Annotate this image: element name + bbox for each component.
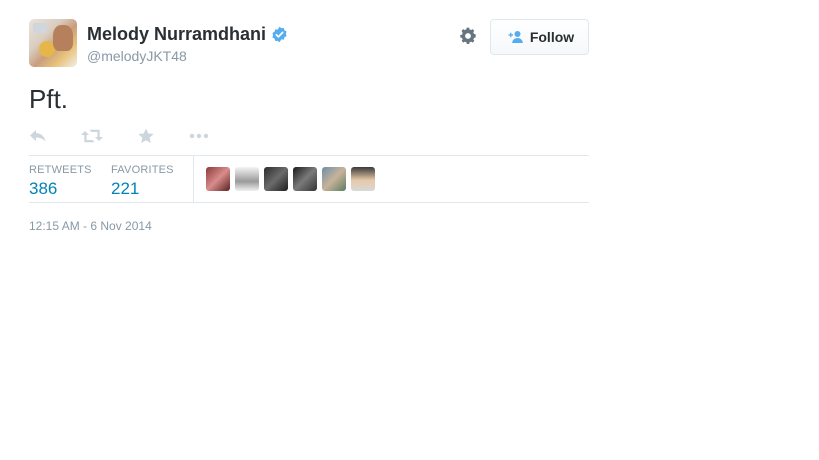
reply-icon[interactable] xyxy=(29,128,47,144)
favorites-stat[interactable]: FAVORITES 221 xyxy=(111,156,193,202)
favorites-label: FAVORITES xyxy=(111,164,174,176)
favoriter-avatar[interactable] xyxy=(293,167,317,191)
user-fullname[interactable]: Melody Nurramdhani xyxy=(87,24,266,45)
verified-badge-icon xyxy=(271,26,288,43)
user-info: Melody Nurramdhani @melodyJKT48 xyxy=(87,24,288,64)
tweet-header: Melody Nurramdhani @melodyJKT48 Follow xyxy=(29,19,589,67)
gear-icon[interactable] xyxy=(458,26,478,46)
favorite-icon[interactable] xyxy=(137,128,155,144)
user-handle[interactable]: @melodyJKT48 xyxy=(87,48,288,64)
favoriter-avatar[interactable] xyxy=(235,167,259,191)
favoriter-avatar[interactable] xyxy=(322,167,346,191)
favoriter-avatar[interactable] xyxy=(264,167,288,191)
retweet-icon[interactable] xyxy=(81,128,103,144)
avatar[interactable] xyxy=(29,19,77,67)
follow-button-label: Follow xyxy=(529,29,575,45)
tweet-stats: RETWEETS 386 FAVORITES 221 xyxy=(29,155,589,203)
favorites-count[interactable]: 221 xyxy=(111,179,193,199)
tweet-text: Pft. xyxy=(29,84,69,114)
tweet-timestamp[interactable]: 12:15 AM - 6 Nov 2014 xyxy=(29,219,589,233)
add-user-icon xyxy=(505,30,524,44)
tweet-actions xyxy=(29,125,589,147)
follow-button[interactable]: Follow xyxy=(490,19,589,55)
favoriter-avatar[interactable] xyxy=(206,167,230,191)
favoriter-avatar[interactable] xyxy=(351,167,375,191)
more-icon[interactable] xyxy=(189,128,209,144)
retweets-stat[interactable]: RETWEETS 386 xyxy=(29,156,111,202)
retweets-count[interactable]: 386 xyxy=(29,179,111,199)
retweets-label: RETWEETS xyxy=(29,164,92,176)
tweet-card: Melody Nurramdhani @melodyJKT48 Follow P… xyxy=(29,19,589,233)
favoriter-avatars xyxy=(194,156,375,202)
